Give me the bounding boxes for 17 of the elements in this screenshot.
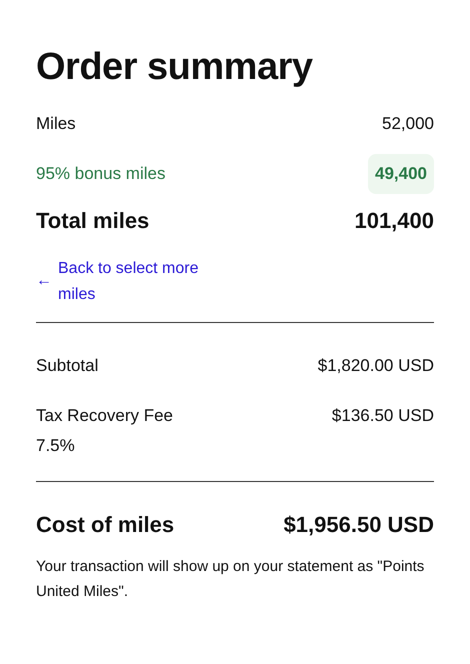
row-label: Subtotal [36,355,98,377]
total-value: 101,400 [354,207,434,235]
row-value: $136.50 USD [332,405,434,427]
arrow-left-icon: ← [36,268,52,294]
back-link-text: Back to select more miles [58,259,200,305]
row-label: Miles [36,113,76,135]
row-value: $1,820.00 USD [318,355,434,377]
row-label: Tax Recovery Fee 7.5% [36,405,174,457]
row-value: 52,000 [382,113,434,135]
statement-note: Your transaction will show up on your statement as "Points United Miles". [36,557,426,602]
bonus-badge: 49,400 [368,154,434,194]
page-title: Order summary [36,46,314,89]
total-value: $1,956.50 USD [284,511,434,539]
back-link[interactable]: ← Back to select more miles [36,256,211,308]
row-label: 95% bonus miles [36,163,166,185]
row-label: Cost of miles [36,511,174,539]
row-label: Total miles [36,207,150,235]
